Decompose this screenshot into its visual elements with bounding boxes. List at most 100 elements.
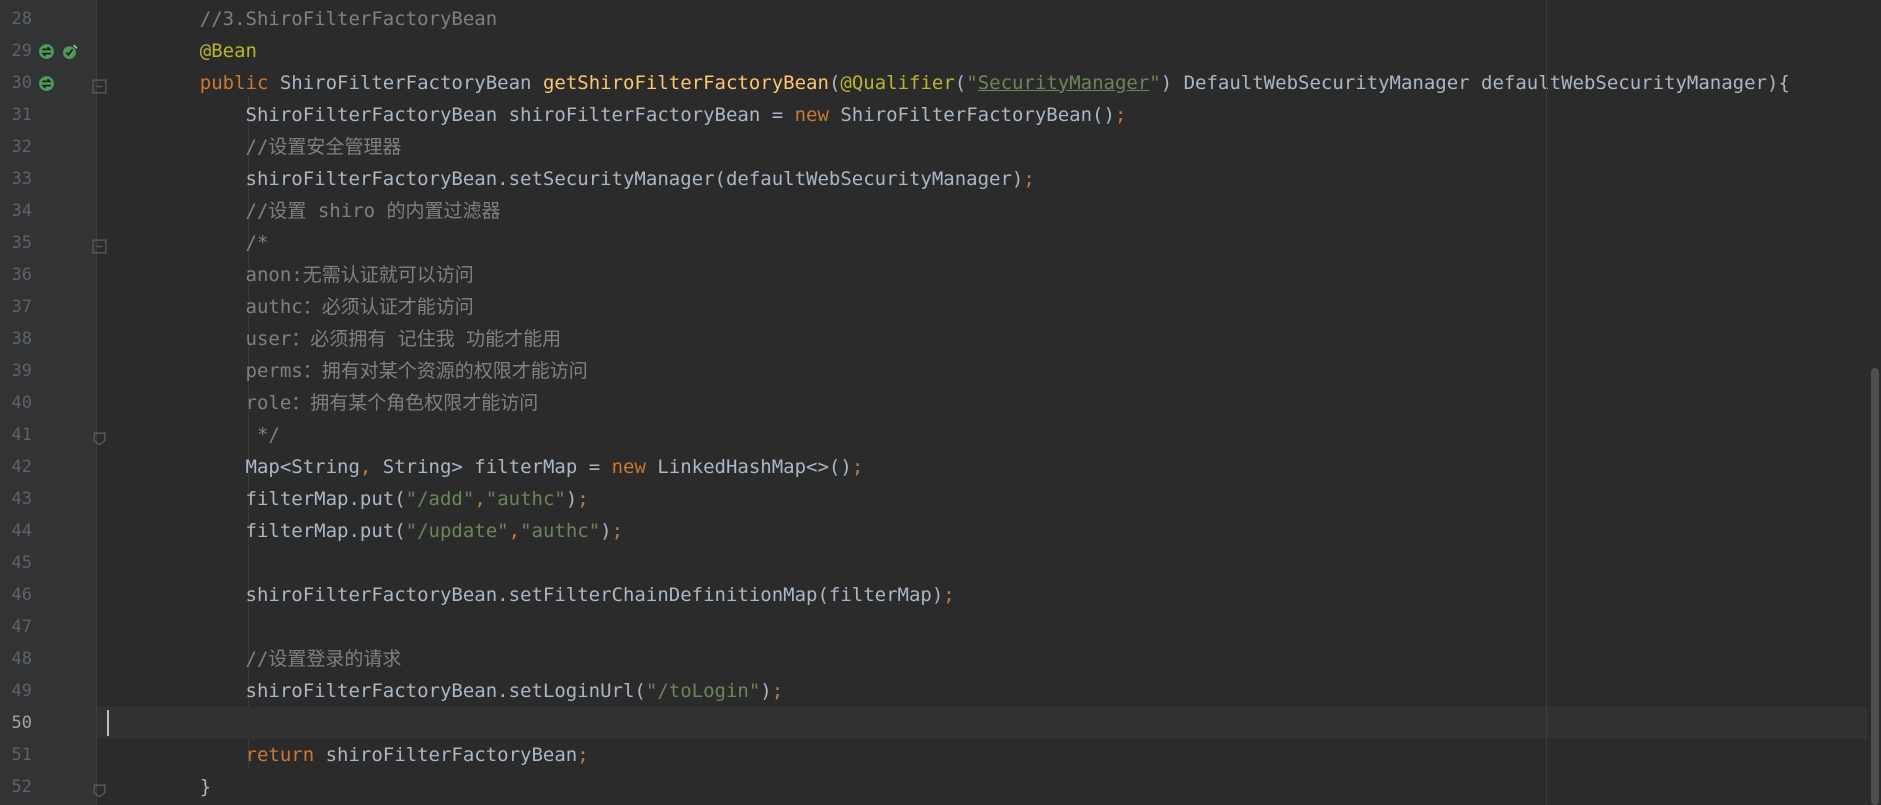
- gutter-row[interactable]: 30: [0, 67, 107, 99]
- code-token: /*: [154, 232, 269, 254]
- code-token: "/update": [405, 520, 509, 542]
- current-code-line[interactable]: [97, 707, 1881, 739]
- gutter-row[interactable]: 35: [0, 227, 107, 259]
- line-number: 46: [11, 585, 32, 605]
- line-number-gutter[interactable]: 28 29 30 31 32 33 34 35 36 37 38 39 40 41 42 43 44 45 46 47…: [0, 0, 107, 805]
- line-number: 50: [11, 713, 32, 733]
- code-line[interactable]: //设置登录的请求: [97, 643, 1881, 675]
- code-token: return: [245, 744, 326, 766]
- code-line[interactable]: [97, 547, 1881, 579]
- code-token: ): [760, 680, 772, 702]
- code-text: anon:无需认证就可以访问: [154, 259, 474, 291]
- vertical-scrollbar[interactable]: [1867, 0, 1881, 805]
- code-token: shiroFilterFactoryBean.setSecurityManage…: [154, 168, 1024, 190]
- line-number: 43: [11, 489, 32, 509]
- code-line[interactable]: @Bean: [97, 35, 1881, 67]
- gutter-row[interactable]: 52: [0, 771, 106, 803]
- code-token: shiroFilterFactoryBean.setLoginUrl(: [154, 680, 646, 702]
- gutter-row[interactable]: 49: [0, 675, 96, 707]
- code-line[interactable]: shiroFilterFactoryBean.setFilterChainDef…: [97, 579, 1881, 611]
- code-line[interactable]: /*: [97, 227, 1881, 259]
- code-text: //3.ShiroFilterFactoryBean: [154, 3, 497, 35]
- code-area[interactable]: //3.ShiroFilterFactoryBean @Bean public …: [97, 0, 1881, 805]
- gutter-row[interactable]: 28: [0, 3, 96, 35]
- gutter-row[interactable]: 29: [0, 35, 96, 67]
- gutter-row[interactable]: 45: [0, 547, 96, 579]
- code-text: }: [154, 771, 211, 803]
- bean-method-icon[interactable]: [38, 75, 55, 92]
- line-number: 48: [11, 649, 32, 669]
- code-token: ;: [577, 744, 589, 766]
- line-number: 31: [11, 105, 32, 125]
- code-token: "authc": [485, 488, 566, 510]
- gutter-row[interactable]: 51: [0, 739, 96, 771]
- code-token: ,: [508, 520, 521, 542]
- gutter-row[interactable]: 38: [0, 323, 96, 355]
- code-text: authc：必须认证才能访问: [154, 291, 474, 323]
- gutter-row[interactable]: 31: [0, 99, 96, 131]
- code-line[interactable]: filterMap.put("/update","authc");: [97, 515, 1881, 547]
- gutter-row[interactable]: 47: [0, 611, 96, 643]
- code-line[interactable]: //设置安全管理器: [97, 131, 1881, 163]
- gutter-row[interactable]: 48: [0, 643, 96, 675]
- line-number: 37: [11, 297, 32, 317]
- code-text: filterMap.put("/update","authc");: [154, 515, 624, 547]
- code-line[interactable]: //设置 shiro 的内置过滤器: [97, 195, 1881, 227]
- code-token: Map<String: [154, 456, 360, 478]
- code-token: ": [1149, 72, 1161, 94]
- code-token: (: [828, 72, 841, 94]
- code-text: shiroFilterFactoryBean.setFilterChainDef…: [154, 579, 955, 611]
- code-line[interactable]: perms：拥有对某个资源的权限才能访问: [97, 355, 1881, 387]
- scrollbar-thumb[interactable]: [1871, 368, 1879, 805]
- code-line[interactable]: ShiroFilterFactoryBean shiroFilterFactor…: [97, 99, 1881, 131]
- code-line[interactable]: role：拥有某个角色权限才能访问: [97, 387, 1881, 419]
- code-line[interactable]: Map<String, String> filterMap = new Link…: [97, 451, 1881, 483]
- code-line[interactable]: authc：必须认证才能访问: [97, 291, 1881, 323]
- gutter-row[interactable]: 46: [0, 579, 96, 611]
- gutter-row[interactable]: 44: [0, 515, 96, 547]
- gutter-row[interactable]: 32: [0, 131, 96, 163]
- code-line[interactable]: return shiroFilterFactoryBean;: [97, 739, 1881, 771]
- gutter-row[interactable]: 41: [0, 419, 106, 451]
- code-token: String> filterMap =: [382, 456, 612, 478]
- code-token: "/add": [405, 488, 475, 510]
- line-number: 40: [11, 393, 32, 413]
- code-line[interactable]: anon:无需认证就可以访问: [97, 259, 1881, 291]
- gutter-row[interactable]: 36: [0, 259, 96, 291]
- code-token: (: [954, 72, 967, 94]
- code-line[interactable]: public ShiroFilterFactoryBean getShiroFi…: [97, 67, 1881, 99]
- code-text: /*: [154, 227, 269, 259]
- code-line[interactable]: shiroFilterFactoryBean.setLoginUrl("/toL…: [97, 675, 1881, 707]
- gutter-row[interactable]: 40: [0, 387, 96, 419]
- code-line[interactable]: }: [97, 771, 1881, 803]
- gutter-row[interactable]: 39: [0, 355, 96, 387]
- code-token: role：拥有某个角色权限才能访问: [154, 392, 539, 414]
- code-line[interactable]: [97, 611, 1881, 643]
- line-number: 42: [11, 457, 32, 477]
- code-line[interactable]: //3.ShiroFilterFactoryBean: [97, 3, 1881, 35]
- code-editor[interactable]: 28 29 30 31 32 33 34 35 36 37 38 39 40 41 42 43 44 45 46 47…: [0, 0, 1881, 805]
- text-caret: [107, 710, 109, 736]
- code-token: */: [154, 424, 280, 446]
- code-token: ": [966, 72, 978, 94]
- code-token: ShiroFilterFactoryBean shiroFilterFactor…: [154, 104, 795, 126]
- code-token: LinkedHashMap<>(): [657, 456, 852, 478]
- code-line[interactable]: shiroFilterFactoryBean.setSecurityManage…: [97, 163, 1881, 195]
- gutter-row[interactable]: 33: [0, 163, 96, 195]
- code-line[interactable]: filterMap.put("/add","authc");: [97, 483, 1881, 515]
- gutter-row[interactable]: 42: [0, 451, 96, 483]
- implemented-bean-icon[interactable]: [38, 43, 55, 60]
- gutter-row[interactable]: 43: [0, 483, 96, 515]
- line-number: 35: [11, 233, 32, 253]
- gutter-row[interactable]: 50: [0, 707, 96, 739]
- injection-point-icon[interactable]: [62, 43, 79, 60]
- code-line[interactable]: user：必须拥有 记住我 功能才能用: [97, 323, 1881, 355]
- code-token: ,: [359, 456, 383, 478]
- line-number: 30: [11, 73, 32, 93]
- code-line[interactable]: */: [97, 419, 1881, 451]
- code-token: //设置 shiro 的内置过滤器: [154, 200, 501, 222]
- code-token: user：必须拥有 记住我 功能才能用: [154, 328, 562, 350]
- code-text: role：拥有某个角色权限才能访问: [154, 387, 539, 419]
- gutter-row[interactable]: 34: [0, 195, 96, 227]
- gutter-row[interactable]: 37: [0, 291, 96, 323]
